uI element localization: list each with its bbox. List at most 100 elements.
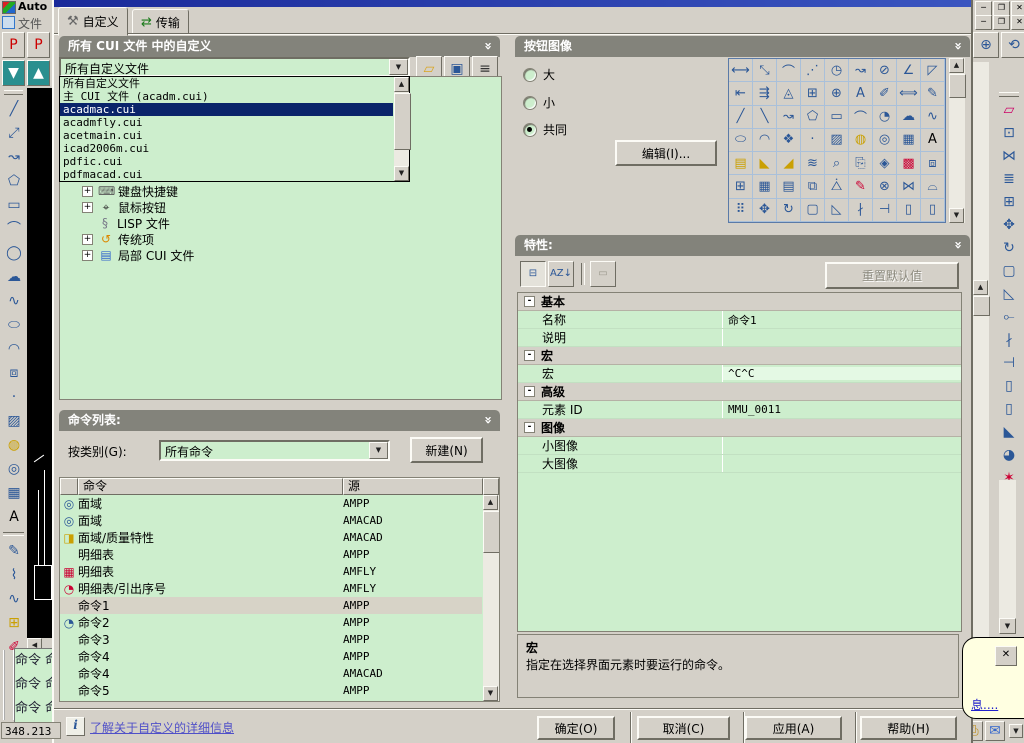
collapse-icon[interactable]: - — [524, 296, 535, 307]
scroll-thumb[interactable] — [483, 511, 499, 553]
lengthen-icon[interactable]: ⟜ — [997, 306, 1021, 328]
copy-icon[interactable]: ⊡ — [997, 122, 1021, 144]
scroll-thumb[interactable] — [973, 296, 990, 316]
button-image-cell[interactable]: ⧉ — [801, 175, 825, 199]
scroll-up-button[interactable]: ▲ — [973, 280, 988, 295]
property-value[interactable]: MMU_0011 — [723, 403, 961, 416]
circle-icon[interactable]: ◯ — [2, 241, 26, 264]
button-image-cell[interactable]: ✎ — [921, 82, 945, 106]
tree-item[interactable]: + ▤ 局部 CUI 文件 — [60, 247, 501, 263]
point-icon[interactable]: · — [2, 385, 26, 408]
expand-icon[interactable]: + — [82, 185, 93, 197]
property-category-row[interactable]: -宏 — [518, 347, 961, 365]
app-close-button[interactable]: ✕ — [1011, 1, 1024, 16]
expand-icon[interactable]: + — [82, 233, 93, 245]
button-image-cell[interactable]: ✐ — [873, 82, 897, 106]
radio-both-button[interactable] — [523, 122, 537, 137]
doc-restore-button[interactable]: ❐ — [993, 15, 1010, 30]
scroll-down-button[interactable]: ▼ — [394, 166, 409, 181]
menu-file[interactable]: 文件 — [18, 15, 42, 30]
mirror-icon[interactable]: ⋈ — [997, 145, 1021, 167]
cui-file-option[interactable]: acetmain.cui — [60, 129, 393, 142]
button-image-cell[interactable]: ✎ — [849, 175, 873, 199]
button-image-cell[interactable]: ⋈ — [897, 175, 921, 199]
tab-customize[interactable]: ⚒ 自定义 — [58, 7, 128, 36]
cui-file-combobox[interactable]: 所有自定义文件 ▼ — [59, 57, 410, 77]
radio-small-button[interactable] — [523, 95, 537, 110]
scroll-thumb[interactable] — [394, 93, 411, 150]
scroll-down-button[interactable]: ▼ — [999, 618, 1016, 634]
command-column-header[interactable]: 命令 — [78, 478, 343, 495]
insert-block-icon[interactable]: ⧈ — [2, 361, 26, 384]
command-row[interactable]: 命令4 AMACAD — [60, 665, 482, 682]
line-icon[interactable]: ╱ — [2, 97, 26, 120]
chamfer-icon[interactable]: ◣ — [997, 421, 1021, 443]
palette-item[interactable]: 命令 命令 — [15, 673, 53, 697]
button-image-cell[interactable]: ↝ — [849, 59, 873, 83]
property-category-row[interactable]: - 图像 — [518, 419, 961, 437]
button-image-cell[interactable]: ⇶ — [753, 82, 777, 106]
canvas-v-scrollbar[interactable]: ▲ — [973, 62, 990, 692]
button-image-cell[interactable]: ⊕ — [825, 82, 849, 106]
construction-line-icon[interactable]: ⤢ — [2, 121, 26, 144]
button-image-cell[interactable]: ◺ — [825, 198, 849, 222]
button-image-cell[interactable]: ≋ — [801, 152, 825, 176]
button-image-cell[interactable]: A — [849, 82, 873, 106]
tree-item[interactable]: + ↺ 传统项 — [60, 231, 501, 247]
source-column-header[interactable]: 源 — [343, 478, 483, 495]
extend-icon[interactable]: ⊣ — [997, 352, 1021, 374]
categorized-view-icon[interactable]: ⊟ — [520, 261, 546, 287]
button-image-cell[interactable]: ▯ — [897, 198, 921, 222]
learn-more-link[interactable]: 了解关于自定义的详细信息 — [90, 719, 234, 736]
reset-defaults-button[interactable]: 重置默认值 — [825, 262, 959, 289]
command-list-scrollbar[interactable]: ▲ ▼ — [483, 495, 499, 701]
command-row[interactable]: 命令3 AMPP — [60, 631, 482, 648]
button-image-cell[interactable]: ⊘ — [873, 59, 897, 83]
scroll-thumb[interactable] — [949, 74, 966, 98]
button-image-cell[interactable]: ◸ — [921, 59, 945, 83]
move-icon[interactable]: ✥ — [997, 214, 1021, 236]
button-image-cell[interactable]: ⊗ — [873, 175, 897, 199]
expand-icon[interactable]: + — [82, 201, 93, 213]
new-command-button[interactable]: 新建(N) — [410, 437, 483, 463]
button-image-cell[interactable]: ▤ — [777, 175, 801, 199]
tree-item[interactable]: + ⌖ 鼠标按钮 — [60, 199, 501, 215]
scroll-down-button[interactable]: ▼ — [949, 208, 964, 223]
apply-button[interactable]: 应用(A) — [745, 716, 842, 740]
edit-polyline-icon[interactable]: ⌇ — [2, 563, 26, 586]
button-image-cell[interactable]: ╱ — [729, 105, 753, 129]
collapse-panel-button[interactable]: « — [951, 241, 966, 249]
button-image-cell[interactable]: ⬭ — [729, 128, 753, 153]
erase-icon[interactable]: ▱ — [997, 99, 1021, 121]
polyline-icon[interactable]: ↝ — [2, 145, 26, 168]
button-image-cell[interactable]: ⊞ — [729, 175, 753, 199]
hatch-icon[interactable]: ▨ — [2, 409, 26, 432]
button-image-cell[interactable]: ▨ — [825, 128, 849, 153]
trim-icon[interactable]: ∤ — [997, 329, 1021, 351]
scroll-up-button[interactable]: ▲ — [394, 77, 409, 92]
cui-file-option[interactable]: acadmfly.cui — [60, 116, 393, 129]
ok-button[interactable]: 确定(O) — [537, 716, 615, 740]
publish-icon[interactable]: ▼ — [2, 60, 25, 86]
command-row[interactable]: 命令4 AMPP — [60, 648, 482, 665]
cui-file-option[interactable]: pdfic.cui — [60, 155, 393, 168]
button-image-cell[interactable]: ╲ — [753, 105, 777, 129]
array-icon[interactable]: ⊞ — [997, 191, 1021, 213]
radio-small[interactable]: 小 — [523, 94, 555, 111]
edit-image-button[interactable]: 编辑(I)... — [615, 140, 717, 166]
etransmit-icon[interactable]: ▲ — [27, 60, 50, 86]
dialog-titlebar[interactable] — [54, 0, 971, 7]
button-image-cell[interactable]: ◈ — [873, 152, 897, 176]
icon-column-header[interactable] — [60, 478, 78, 495]
button-image-cell[interactable]: ▦ — [753, 175, 777, 199]
rotate-icon[interactable]: ↻ — [997, 237, 1021, 259]
doc-minimize-button[interactable]: ─ — [975, 15, 992, 30]
property-row[interactable]: 名称 命令1 — [518, 311, 961, 329]
button-image-cell[interactable]: ⇤ — [729, 82, 753, 106]
tree-item[interactable]: + ⌨ 键盘快捷键 — [60, 183, 501, 199]
button-image-cell[interactable]: ⎘ — [849, 152, 873, 176]
property-row[interactable]: 宏 ^C^C — [518, 365, 961, 383]
pdf-export-icon[interactable]: P — [2, 32, 25, 58]
dropdown-scrollbar[interactable]: ▲ ▼ — [394, 77, 411, 181]
button-image-cell[interactable]: ◔ — [873, 105, 897, 129]
